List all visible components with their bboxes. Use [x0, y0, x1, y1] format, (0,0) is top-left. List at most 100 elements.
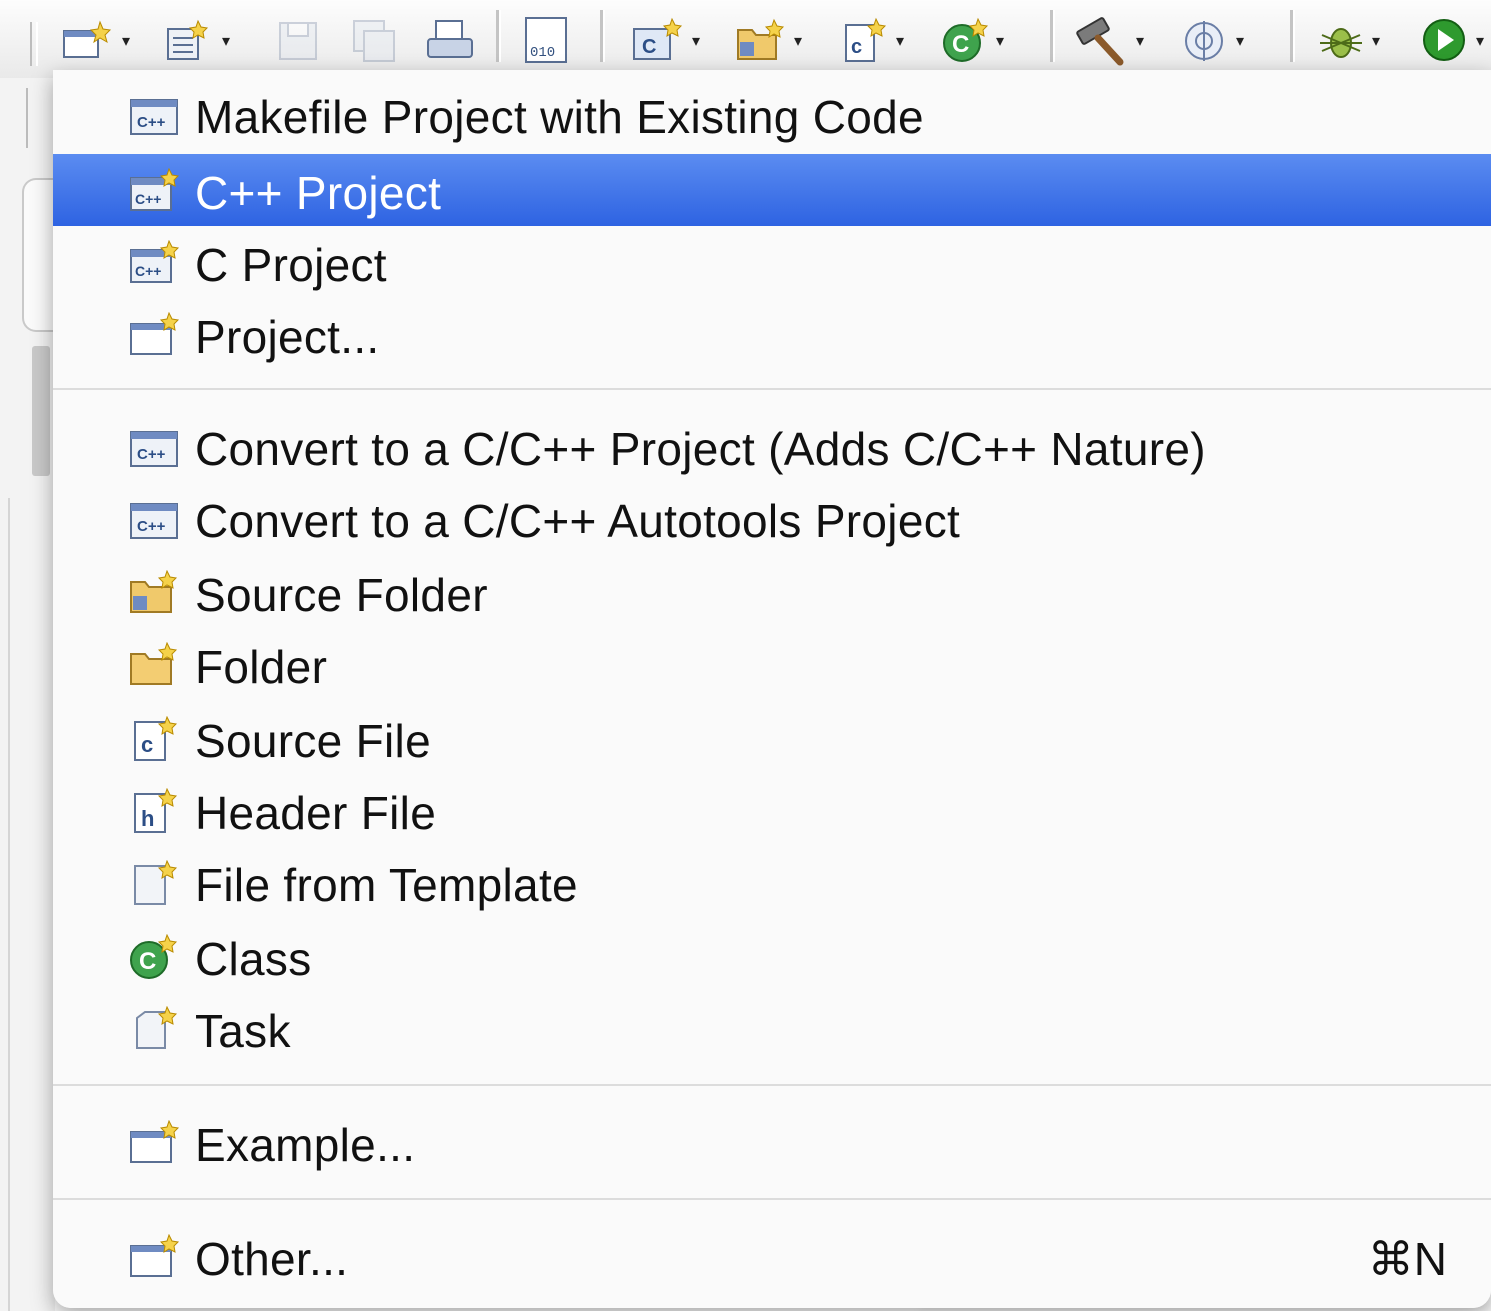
svg-text:c: c: [141, 732, 153, 757]
save-all-button[interactable]: [350, 14, 400, 68]
menu-item-label: Source File: [195, 715, 431, 767]
menu-item-label: C++ Project: [195, 167, 442, 219]
menu-item-label: Class: [195, 933, 312, 985]
new-dropdown-menu: C++ Makefile Project with Existing Code …: [53, 70, 1491, 1308]
menu-item-source-folder[interactable]: Source Folder: [53, 556, 1491, 628]
menu-item-label: C Project: [195, 239, 387, 291]
new-wizard-icon: [63, 20, 112, 58]
class-icon: C: [127, 934, 181, 980]
chevron-down-icon: ▾: [222, 33, 231, 50]
chevron-down-icon: ▾: [1372, 33, 1381, 50]
svg-text:C++: C++: [137, 114, 166, 131]
menu-item-makefile-project[interactable]: C++ Makefile Project with Existing Code: [53, 78, 1491, 150]
menu-item-project[interactable]: Project...: [53, 298, 1491, 370]
menu-item-example[interactable]: Example...: [53, 1106, 1491, 1178]
new-source-file-icon: c: [845, 17, 887, 62]
menu-item-header-file[interactable]: h Header File: [53, 774, 1491, 846]
menu-item-cpp-project[interactable]: C++ C++ Project: [53, 154, 1491, 226]
new-project-icon: [127, 1120, 181, 1166]
template-file-icon: [127, 860, 181, 906]
cpp-project-icon: C++: [127, 92, 181, 138]
chevron-down-icon: ▾: [794, 33, 803, 50]
menu-item-label: Makefile Project with Existing Code: [195, 91, 924, 143]
new-source-folder-icon: [737, 18, 785, 60]
chevron-down-icon: ▾: [122, 33, 131, 50]
svg-text:C: C: [642, 36, 656, 58]
folder-icon: [127, 642, 181, 688]
menu-item-file-from-template[interactable]: File from Template: [53, 846, 1491, 918]
menu-item-label: Source Folder: [195, 569, 488, 621]
menu-item-task[interactable]: Task: [53, 992, 1491, 1064]
menu-item-source-file[interactable]: c Source File: [53, 702, 1491, 774]
shortcut-label: ⌘N: [1367, 1233, 1447, 1285]
source-folder-icon: [127, 570, 181, 616]
chevron-down-icon: ▾: [1476, 33, 1485, 50]
menu-separator: [53, 1198, 1491, 1200]
cpp-project-icon: C++: [127, 496, 181, 542]
new-source-file-button[interactable]: c ▾: [840, 14, 904, 68]
svg-text:C++: C++: [135, 191, 161, 207]
menu-item-label: Task: [195, 1005, 291, 1057]
build-hammer-icon: [1076, 17, 1124, 66]
new-project-icon: [127, 312, 181, 358]
chevron-down-icon: ▾: [1136, 33, 1145, 50]
menu-item-label: Convert to a C/C++ Autotools Project: [195, 495, 961, 547]
svg-text:c: c: [851, 36, 862, 58]
new-c-project-icon: C++: [127, 240, 181, 286]
chevron-down-icon: ▾: [692, 33, 701, 50]
new-cpp-project-button[interactable]: C ▾: [630, 14, 700, 68]
menu-item-other[interactable]: Other... ⌘N: [53, 1220, 1491, 1292]
print-button[interactable]: [424, 14, 478, 68]
menu-separator: [53, 1084, 1491, 1086]
menu-item-label: Other...: [195, 1233, 349, 1285]
svg-text:C++: C++: [137, 518, 166, 535]
menu-item-label: File from Template: [195, 859, 578, 911]
save-button[interactable]: [276, 14, 322, 68]
svg-text:C++: C++: [135, 263, 161, 279]
menu-item-label: Project...: [195, 311, 380, 363]
new-cpp-project-icon: C++: [127, 168, 181, 214]
menu-item-convert-autotools[interactable]: C++ Convert to a C/C++ Autotools Project: [53, 482, 1491, 554]
new-class-icon: C: [943, 17, 989, 62]
chevron-down-icon: ▾: [896, 33, 905, 50]
binary-button[interactable]: 010: [522, 14, 572, 68]
menu-item-label: Example...: [195, 1119, 416, 1171]
cpp-project-icon: C++: [127, 424, 181, 470]
menu-item-folder[interactable]: Folder: [53, 628, 1491, 700]
new-file-icon: [167, 19, 209, 60]
new-project-icon: [127, 1234, 181, 1280]
svg-text:C++: C++: [137, 446, 166, 463]
menu-separator: [53, 388, 1491, 390]
toolbar-grip[interactable]: [30, 22, 38, 66]
new-source-folder-button[interactable]: ▾: [734, 14, 802, 68]
save-all-icon: [353, 20, 395, 62]
chevron-down-icon: ▾: [1236, 33, 1245, 50]
run-icon: [1423, 19, 1465, 61]
chevron-down-icon: ▾: [996, 33, 1005, 50]
new-file-button[interactable]: ▾: [162, 14, 230, 68]
svg-text:h: h: [141, 806, 154, 831]
binary-file-icon: 010: [525, 17, 567, 63]
new-class-button[interactable]: C ▾: [940, 14, 1004, 68]
menu-item-label: Convert to a C/C++ Project (Adds C/C++ N…: [195, 423, 1206, 475]
svg-text:010: 010: [530, 45, 555, 61]
run-button[interactable]: ▾: [1420, 14, 1484, 68]
menu-item-convert-cpp-project[interactable]: C++ Convert to a C/C++ Project (Adds C/C…: [53, 410, 1491, 482]
svg-text:C: C: [139, 948, 156, 975]
main-toolbar: ▾ ▾ 010 C ▾ ▾ c ▾ C ▾ ▾ ▾ ▾ ▾: [0, 0, 1491, 78]
menu-item-label: Folder: [195, 641, 328, 693]
build-button[interactable]: ▾: [1074, 14, 1144, 68]
target-button[interactable]: ▾: [1180, 14, 1244, 68]
new-cpp-project-icon: C: [633, 17, 683, 60]
print-icon: [427, 20, 473, 58]
debug-bug-icon: [1320, 28, 1362, 58]
menu-item-class[interactable]: C Class: [53, 920, 1491, 992]
save-icon: [279, 22, 317, 60]
debug-button[interactable]: ▾: [1316, 14, 1380, 68]
new-wizard-button[interactable]: ▾: [60, 14, 130, 68]
c-source-file-icon: c: [127, 716, 181, 762]
menu-item-c-project[interactable]: C++ C Project: [53, 226, 1491, 298]
left-panel-edge: [0, 78, 58, 1311]
header-file-icon: h: [127, 788, 181, 834]
menu-item-label: Header File: [195, 787, 437, 839]
